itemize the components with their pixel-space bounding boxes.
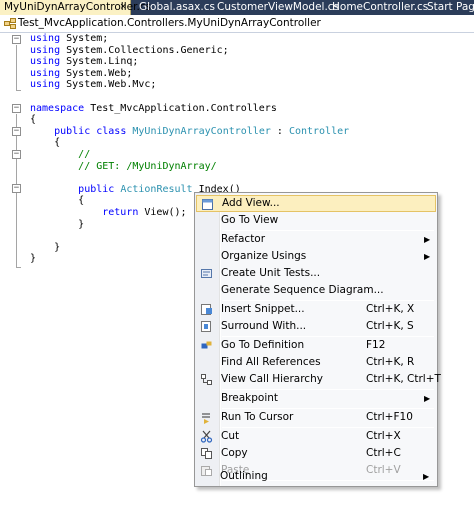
code-line: using System.Collections.Generic; (30, 44, 229, 56)
type-path: Test_MvcApplication.Controllers.MyUniDyn… (18, 17, 321, 29)
submenu-arrow-icon: ▶ (424, 235, 431, 244)
menu-item-shortcut: Ctrl+K, S (366, 320, 414, 332)
tab-global-asax[interactable]: Global.asax.cs (135, 0, 215, 15)
type-navigation-bar[interactable]: Test_MvcApplication.Controllers.MyUniDyn… (0, 15, 474, 33)
submenu-arrow-icon: ▶ (423, 472, 430, 481)
menu-item-label: Generate Sequence Diagram... (221, 284, 384, 296)
collapse-namespace-icon[interactable]: − (12, 104, 21, 113)
collapse-class-icon[interactable]: − (12, 127, 21, 136)
menu-item-create-unit-tests[interactable]: Create Unit Tests... (196, 265, 436, 282)
collapse-usings-icon[interactable]: − (12, 35, 21, 44)
surround-icon (201, 321, 211, 332)
unit-test-icon (201, 269, 212, 278)
code-line: public class MyUniDynArrayController : C… (54, 125, 350, 137)
menu-item-label: Go To View (221, 214, 279, 226)
definition-icon (201, 341, 212, 349)
code-line: return View(); (102, 207, 187, 218)
menu-item-label: Create Unit Tests... (221, 267, 321, 279)
code-line: using System.Web; (30, 67, 133, 79)
code-line: } (30, 241, 61, 253)
menu-item-label: Breakpoint (221, 392, 279, 404)
menu-item-label: Organize Usings (221, 250, 307, 262)
menu-item-shortcut: Ctrl+K, X (366, 303, 415, 315)
code-line: { (30, 137, 61, 149)
submenu-arrow-icon: ▶ (424, 394, 431, 403)
menu-item-refactor[interactable]: Refactor ▶ (196, 231, 436, 248)
menu-item-surround-with[interactable]: Surround With... Ctrl+K, S (196, 318, 436, 335)
menu-item-label: Find All References (221, 356, 321, 368)
copy-icon (201, 448, 212, 459)
tab-label: HomeController.cs (332, 1, 429, 13)
menu-item-view-call-hierarchy[interactable]: View Call Hierarchy Ctrl+K, Ctrl+T (196, 371, 441, 388)
menu-item-shortcut: F12 (366, 339, 386, 351)
close-tab-icon[interactable]: × (119, 0, 127, 15)
submenu-arrow-icon: ▶ (424, 252, 431, 261)
menu-item-go-to-definition[interactable]: Go To Definition F12 (196, 337, 436, 354)
tab-label: MyUniDynArrayController.cs (4, 1, 152, 13)
tab-customerviewmodel[interactable]: CustomerViewModel.cs (213, 0, 339, 15)
tab-homecontroller[interactable]: HomeController.cs (328, 0, 428, 15)
menu-item-go-to-view[interactable]: Go To View (196, 212, 436, 229)
code-line: // (78, 149, 91, 160)
menu-item-outlining[interactable]: Outlining ▶ (195, 468, 435, 485)
menu-item-organize-usings[interactable]: Organize Usings ▶ (196, 248, 436, 265)
menu-item-label: Add View... (222, 197, 280, 209)
class-icon (4, 18, 16, 29)
menu-item-label: Go To Definition (221, 339, 305, 351)
menu-item-insert-snippet[interactable]: Insert Snippet... Ctrl+K, X (196, 301, 436, 318)
code-line: } (30, 253, 37, 265)
outline-end (16, 267, 21, 268)
call-hierarchy-icon (201, 374, 212, 385)
tab-label: Global.asax.cs (139, 1, 215, 13)
tab-label: Start Page (427, 1, 474, 13)
run-to-cursor-icon (202, 413, 210, 424)
snippet-icon (201, 304, 212, 315)
document-tab-strip: MyUniDynArrayController.cs × Global.asax… (0, 0, 474, 15)
menu-item-label: Outlining (220, 470, 268, 482)
menu-item-label: View Call Hierarchy (221, 373, 323, 385)
menu-item-shortcut: Ctrl+K, R (366, 356, 415, 368)
menu-item-add-view[interactable]: Add View... (196, 195, 436, 212)
collapse-comment-icon[interactable]: − (12, 150, 21, 159)
code-line: } (30, 218, 85, 230)
menu-item-shortcut: Ctrl+K, Ctrl+T (366, 373, 441, 385)
code-line: { (30, 195, 85, 207)
collapse-method-icon[interactable]: − (12, 184, 21, 193)
code-line: using System.Web.Mvc; (30, 79, 157, 91)
menu-item-find-all-references[interactable]: Find All References Ctrl+K, R (196, 354, 436, 371)
menu-item-shortcut: Ctrl+C (366, 447, 401, 459)
menu-item-label: Cut (221, 430, 240, 442)
menu-item-label: Refactor (221, 233, 266, 245)
tab-start-page[interactable]: Start Page (423, 0, 474, 15)
menu-item-cut[interactable]: Cut Ctrl+X (196, 428, 436, 445)
outline-guide (16, 45, 17, 90)
context-menu: Add View... Go To View Refactor ▶ Organi… (194, 192, 441, 487)
menu-item-breakpoint[interactable]: Breakpoint ▶ (196, 390, 436, 407)
menu-item-label: Insert Snippet... (221, 303, 305, 315)
menu-item-run-to-cursor[interactable]: Run To Cursor Ctrl+F10 (196, 409, 436, 426)
menu-item-copy[interactable]: Copy Ctrl+C (196, 445, 436, 462)
code-line: { (30, 114, 37, 126)
code-line: using System.Linq; (30, 56, 139, 68)
menu-item-shortcut: Ctrl+F10 (366, 411, 413, 423)
menu-item-label: Run To Cursor (221, 411, 294, 423)
tab-myunidynarraycontroller[interactable]: MyUniDynArrayController.cs × (0, 0, 151, 15)
cut-icon (200, 430, 213, 443)
menu-item-generate-sequence-diagram[interactable]: Generate Sequence Diagram... (196, 282, 436, 299)
menu-item-shortcut: Ctrl+X (366, 430, 401, 442)
code-line: using System; (30, 33, 109, 44)
outline-end (16, 90, 21, 91)
code-line: // GET: /MyUniDynArray/ (78, 160, 217, 172)
add-view-icon (202, 199, 213, 210)
code-line: namespace Test_MvcApplication.Controller… (30, 102, 277, 114)
menu-item-label: Copy (221, 447, 248, 459)
menu-item-label: Surround With... (221, 320, 307, 332)
tab-label: CustomerViewModel.cs (217, 1, 340, 13)
